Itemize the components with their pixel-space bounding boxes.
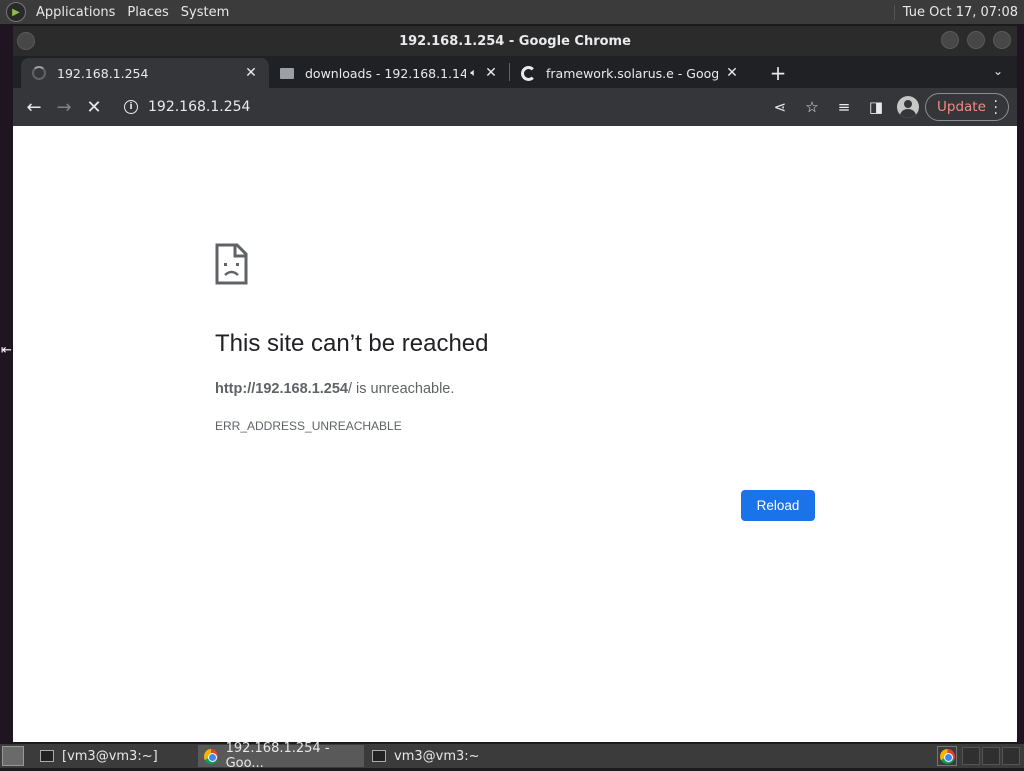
places-menu[interactable]: Places	[123, 5, 176, 20]
close-tab-icon[interactable]: ✕	[724, 65, 740, 81]
error-message: http://192.168.1.254/ is unreachable.	[215, 381, 454, 397]
share-icon[interactable]: ⋖	[765, 92, 795, 122]
taskbar-task-terminal-1[interactable]: [vm3@vm3:~]	[34, 745, 196, 767]
forward-button[interactable]: →	[49, 92, 79, 122]
error-message-suffix: / is unreachable.	[348, 381, 455, 397]
workspace-2-button[interactable]	[982, 747, 1000, 765]
chrome-icon	[204, 748, 218, 764]
applications-menu[interactable]: Applications	[32, 5, 123, 20]
window-titlebar[interactable]: 192.168.1.254 - Google Chrome	[13, 26, 1017, 56]
page-content: This site can’t be reached http://192.16…	[13, 126, 1017, 742]
stop-loading-button[interactable]: ✕	[79, 92, 109, 122]
close-tab-icon[interactable]: ✕	[483, 65, 499, 81]
chevron-down-icon[interactable]: ⌄	[993, 64, 1003, 78]
task-label: [vm3@vm3:~]	[62, 748, 158, 764]
google-icon	[520, 65, 536, 81]
window-title: 192.168.1.254 - Google Chrome	[399, 33, 631, 49]
workspace-3-button[interactable]	[1002, 747, 1020, 765]
tab-solarus[interactable]: framework.solarus.e - Google ✕	[510, 58, 750, 88]
tab-active[interactable]: 192.168.1.254 ✕	[21, 58, 269, 88]
tab-title: framework.solarus.e - Google	[546, 65, 718, 81]
tab-title: downloads - 192.168.1.14 >	[305, 65, 467, 81]
maximize-button[interactable]	[967, 31, 985, 49]
system-menu[interactable]: System	[177, 5, 237, 20]
tray-chrome-button[interactable]	[937, 746, 957, 766]
error-title: This site can’t be reached	[215, 330, 489, 357]
browser-toolbar: ← → ✕ i 192.168.1.254 ⋖ ☆ ≡ ◨ Update · · ·	[13, 88, 1017, 126]
task-label: 192.168.1.254 - Goo...	[225, 741, 330, 771]
panel-clock[interactable]: Tue Oct 17, 07:08	[893, 4, 1024, 20]
folder-icon	[279, 65, 295, 81]
toolbar-actions: ⋖ ☆ ≡ ◨ Update · · ·	[765, 92, 1009, 122]
reload-button[interactable]: Reload	[741, 490, 815, 521]
chrome-window: 192.168.1.254 - Google Chrome 192.168.1.…	[13, 26, 1017, 742]
loading-spinner-icon	[31, 65, 47, 81]
new-tab-button[interactable]: +	[764, 59, 792, 87]
speaker-icon[interactable]: 🔈︎	[470, 66, 477, 80]
task-label: vm3@vm3:~	[394, 748, 480, 764]
window-menu-button[interactable]	[17, 32, 35, 50]
error-url: http://192.168.1.254	[215, 381, 348, 397]
minimize-button[interactable]	[941, 31, 959, 49]
address-bar[interactable]: i 192.168.1.254	[124, 92, 754, 122]
panel-menu: ▶ Applications Places System	[0, 0, 237, 24]
top-panel: ▶ Applications Places System Tue Oct 17,…	[0, 0, 1024, 24]
side-panel-icon[interactable]: ◨	[861, 92, 891, 122]
desktop-background	[1017, 24, 1024, 744]
taskbar-task-chrome[interactable]: 192.168.1.254 - Goo...	[198, 741, 364, 771]
bottom-taskbar: [vm3@vm3:~] 192.168.1.254 - Goo... vm3@v…	[0, 741, 1024, 771]
tab-downloads[interactable]: downloads - 192.168.1.14 > 🔈︎ ✕	[269, 58, 509, 88]
profile-avatar-icon[interactable]	[897, 96, 919, 118]
error-code: ERR_ADDRESS_UNREACHABLE	[215, 419, 402, 433]
sad-page-icon	[215, 243, 248, 285]
workspace-1-button[interactable]	[962, 747, 980, 765]
terminal-icon	[40, 750, 54, 762]
site-info-icon[interactable]: i	[124, 100, 138, 114]
distro-logo-icon[interactable]: ▶	[6, 2, 26, 22]
terminal-icon	[372, 750, 386, 762]
bookmark-star-icon[interactable]: ☆	[797, 92, 827, 122]
tab-title: 192.168.1.254	[57, 65, 149, 81]
tab-strip: 192.168.1.254 ✕ downloads - 192.168.1.14…	[13, 56, 1017, 88]
close-tab-icon[interactable]: ✕	[243, 65, 259, 81]
media-controls-icon[interactable]: ≡	[829, 92, 859, 122]
address-url[interactable]: 192.168.1.254	[148, 99, 250, 115]
update-button[interactable]: Update · · ·	[925, 93, 1009, 121]
close-window-button[interactable]	[993, 31, 1011, 49]
chrome-icon	[939, 748, 955, 764]
show-desktop-button[interactable]	[2, 746, 24, 766]
back-button[interactable]: ←	[19, 92, 49, 122]
taskbar-task-terminal-2[interactable]: vm3@vm3:~	[366, 745, 516, 767]
update-label: Update	[937, 99, 986, 115]
more-menu-icon[interactable]: · · ·	[994, 95, 998, 121]
desktop-background	[0, 24, 13, 744]
resize-cursor-icon: ⇤	[1, 343, 12, 358]
window-controls	[941, 31, 1011, 49]
